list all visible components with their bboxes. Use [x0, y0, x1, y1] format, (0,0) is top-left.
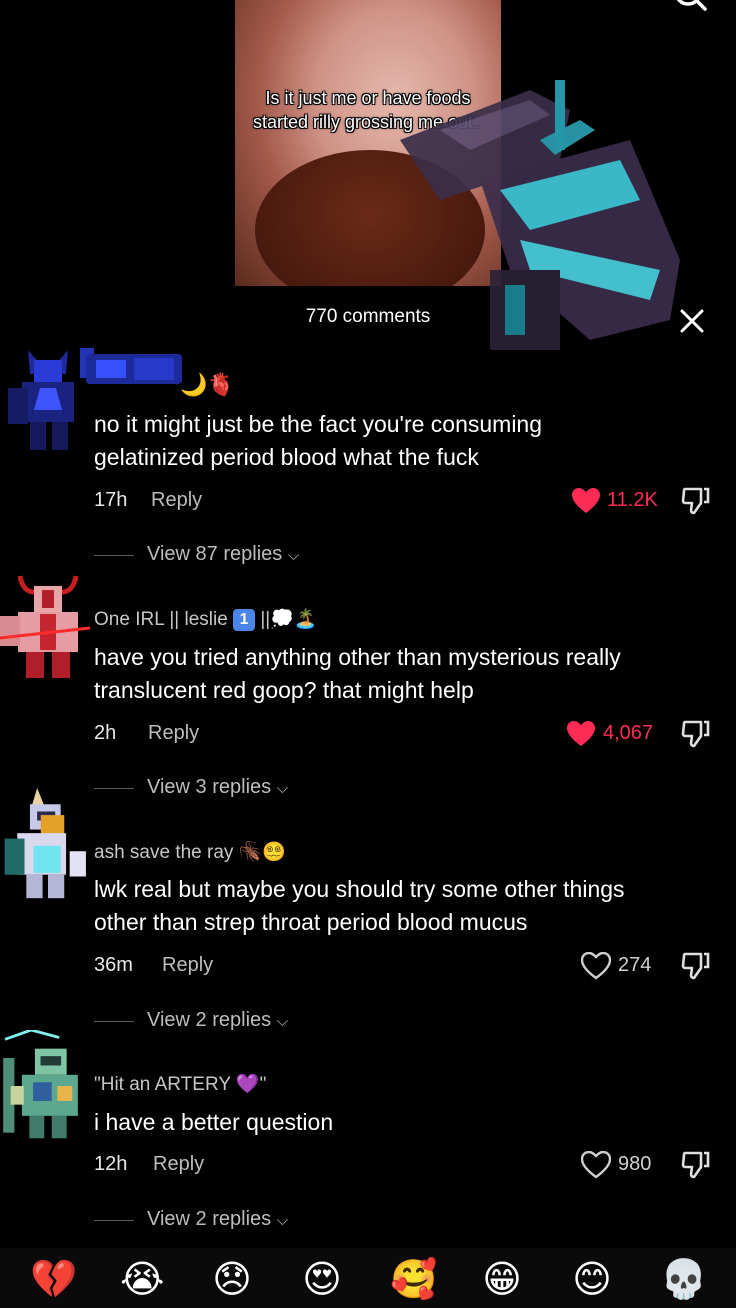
reply-button[interactable]: Reply: [151, 489, 202, 512]
smiling-blush-emoji-button[interactable]: 😊: [570, 1258, 614, 1302]
username-emoji: 🌙🫀: [180, 372, 235, 397]
view-replies-button[interactable]: View 2 replies ⌵: [147, 1009, 288, 1032]
divider: [94, 555, 134, 556]
view-replies-label: View 3 replies: [147, 776, 272, 798]
comment-text: translucent red goop? that might help: [94, 677, 474, 703]
avatar[interactable]: [0, 340, 96, 452]
comment-time: 36m: [94, 954, 133, 976]
skull-emoji-button[interactable]: 💀: [660, 1258, 707, 1302]
chevron-down-icon: ⌵: [276, 1212, 289, 1229]
username-suffix: ||💭🏝️: [260, 609, 318, 630]
view-replies-button[interactable]: View 87 replies ⌵: [147, 543, 299, 566]
like-count: 11.2K: [607, 489, 658, 511]
dislike-icon[interactable]: [681, 486, 711, 516]
smiling-hearts-emoji-button[interactable]: 🥰: [390, 1258, 437, 1302]
view-replies-button[interactable]: View 3 replies ⌵: [147, 776, 288, 799]
comment-time: 2h: [94, 722, 117, 744]
emoji-bar: [0, 1248, 736, 1308]
close-icon[interactable]: [676, 305, 708, 337]
comment-time: 17h: [94, 489, 128, 511]
view-replies-button[interactable]: View 2 replies ⌵: [147, 1208, 288, 1231]
dislike-icon[interactable]: [681, 1150, 711, 1180]
comment-text: lwk real but maybe you should try some o…: [94, 876, 625, 902]
comments-count: 770 comments: [305, 306, 431, 327]
avatar[interactable]: [0, 1030, 96, 1142]
avatar[interactable]: [0, 568, 96, 680]
broken-heart-emoji-button[interactable]: 💔: [30, 1258, 77, 1302]
username-label: ash save the ray: [94, 842, 234, 863]
like-count: 274: [618, 954, 652, 976]
view-replies-label: View 2 replies: [147, 1009, 272, 1031]
reply-button[interactable]: Reply: [153, 1153, 204, 1176]
comment-text: i have a better question: [94, 1109, 334, 1135]
comment-text: have you tried anything other than myste…: [94, 644, 621, 670]
chevron-down-icon: ⌵: [276, 1013, 289, 1030]
view-replies-label: View 2 replies: [147, 1208, 272, 1230]
comment-text: gelatinized period blood what the fuck: [94, 444, 479, 470]
comment-time: 12h: [94, 1153, 128, 1175]
divider: [94, 1220, 134, 1221]
divider: [94, 1021, 134, 1022]
username[interactable]: ash save the ray 🪳😵‍💫: [94, 840, 286, 864]
reply-button[interactable]: Reply: [162, 954, 213, 977]
crying-emoji-button[interactable]: 😭: [120, 1258, 164, 1302]
dislike-icon[interactable]: [681, 951, 711, 981]
username-label: One IRL || leslie: [94, 609, 228, 630]
username[interactable]: One IRL || leslie 1 ||💭🏝️: [94, 607, 318, 631]
like-count: 980: [618, 1153, 652, 1175]
username[interactable]: "Hit an ARTERY 💜": [94, 1072, 266, 1096]
search-icon[interactable]: [670, 0, 710, 14]
username-suffix: 🪳😵‍💫: [238, 842, 287, 863]
comment-text: no it might just be the fact you're cons…: [94, 411, 543, 437]
grinning-emoji-button[interactable]: 😁: [480, 1258, 524, 1302]
reply-button[interactable]: Reply: [148, 722, 199, 745]
heart-icon[interactable]: [581, 1151, 611, 1179]
chevron-down-icon: ⌵: [276, 780, 289, 797]
heart-icon[interactable]: [571, 487, 601, 515]
avatar-weapon-image: [86, 354, 182, 384]
divider: [94, 788, 134, 789]
heart-eyes-emoji-button[interactable]: 😍: [300, 1258, 344, 1302]
dislike-icon[interactable]: [681, 719, 711, 749]
view-replies-label: View 87 replies: [147, 543, 283, 565]
heart-icon[interactable]: [581, 952, 611, 980]
heart-icon[interactable]: [566, 720, 596, 748]
like-count: 4,067: [603, 722, 654, 744]
number-badge: 1: [233, 608, 256, 631]
comment-text: other than strep throat period blood muc…: [94, 909, 528, 935]
avatar[interactable]: [0, 788, 96, 900]
disappointed-emoji-button[interactable]: 😞: [210, 1258, 254, 1302]
chevron-down-icon: ⌵: [287, 547, 300, 564]
